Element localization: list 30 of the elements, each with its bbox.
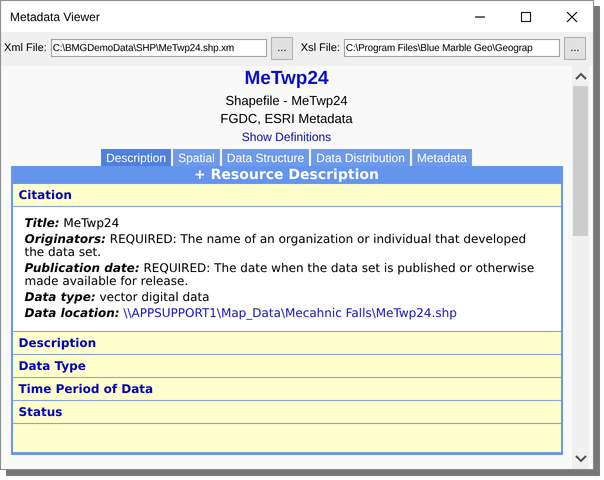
section-header-row[interactable]: Status	[12, 401, 560, 424]
metadata-field: Publication date: REQUIRED: The date when the data set is published or otherwise made available for release.	[24, 262, 536, 288]
window-title: Metadata Viewer	[10, 10, 101, 24]
xml-file-field[interactable]: C:\BMGDemoData\SHP\MeTwp24.shp.xm	[50, 39, 267, 57]
show-definitions-link[interactable]: Show Definitions	[242, 130, 332, 144]
section-header-row[interactable]: Data Type	[12, 355, 560, 378]
xml-file-label: Xml File:	[4, 42, 47, 54]
section-header-row[interactable]: Description	[12, 332, 560, 355]
browse-button[interactable]: ...	[270, 36, 293, 60]
close-icon[interactable]	[566, 10, 578, 22]
scroll-up-icon[interactable]	[574, 72, 586, 80]
maximize-icon[interactable]	[520, 10, 532, 22]
metadata-field: Data location: \\APPSUPPORT1\Map_Data\Mecahnic Falls\MeTwp24.shp	[24, 307, 536, 320]
document-subtitle: Shapefile - MeTwp24	[225, 93, 348, 108]
metadata-field: Title: MeTwp24	[24, 217, 536, 230]
vertical-scrollbar[interactable]	[572, 66, 589, 469]
file-path-link[interactable]: \\APPSUPPORT1\Map_Data\Mecahnic Falls\MeTwp24.shp	[123, 306, 457, 320]
section-header-row[interactable]: Citation	[12, 184, 560, 207]
scroll-down-icon[interactable]	[574, 455, 586, 463]
section-header-row[interactable]	[12, 424, 560, 453]
xsl-file-label: Xsl File:	[300, 42, 340, 54]
document-title: MeTwp24	[244, 68, 329, 90]
xsl-file-field[interactable]: C:\Program Files\Blue Marble Geo\Geograp	[344, 39, 560, 57]
browse-button[interactable]: ...	[564, 36, 586, 60]
metadata-standard: FGDC, ESRI Metadata	[220, 111, 353, 126]
scroll-thumb[interactable]	[573, 86, 588, 236]
metadata-field: Originators: REQUIRED: The name of an organization or individual that developed the data set.	[24, 233, 536, 259]
section-header-row[interactable]: Time Period of Data	[12, 378, 560, 401]
metadata-field: Data type: vector digital data	[24, 291, 536, 304]
tab[interactable]: Description	[101, 149, 172, 166]
